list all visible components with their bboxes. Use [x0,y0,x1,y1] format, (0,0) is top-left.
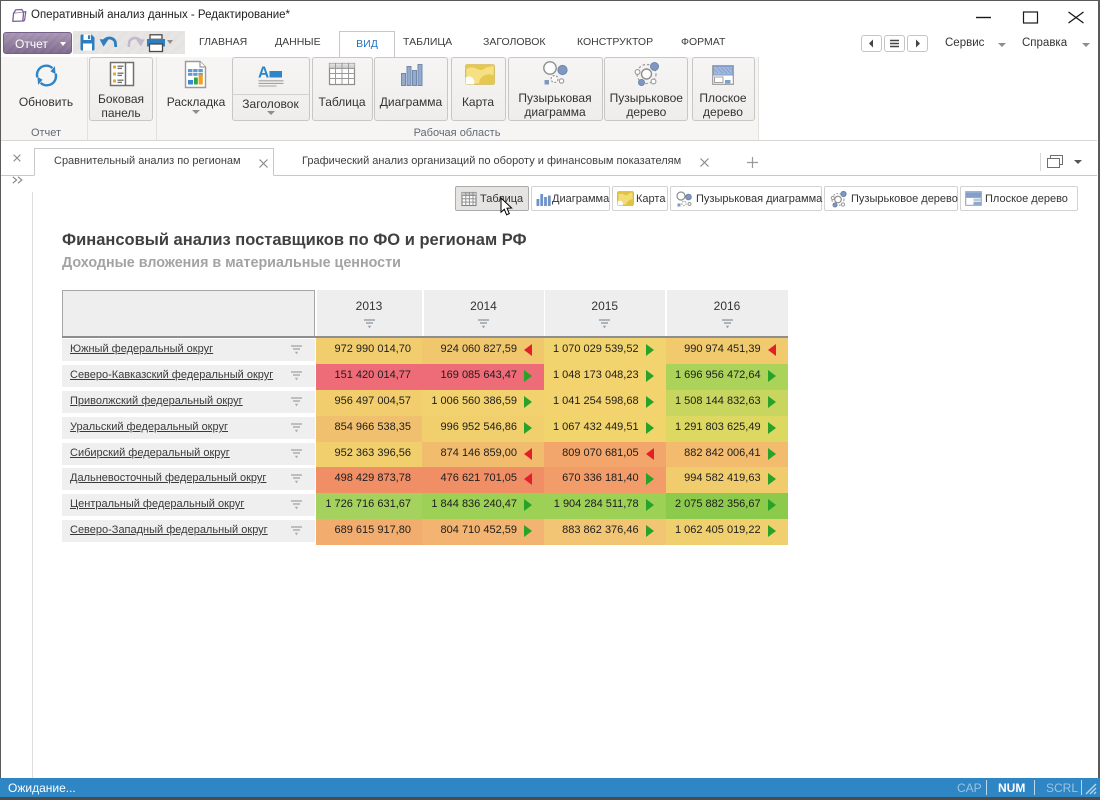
svg-text:A: A [258,65,269,82]
